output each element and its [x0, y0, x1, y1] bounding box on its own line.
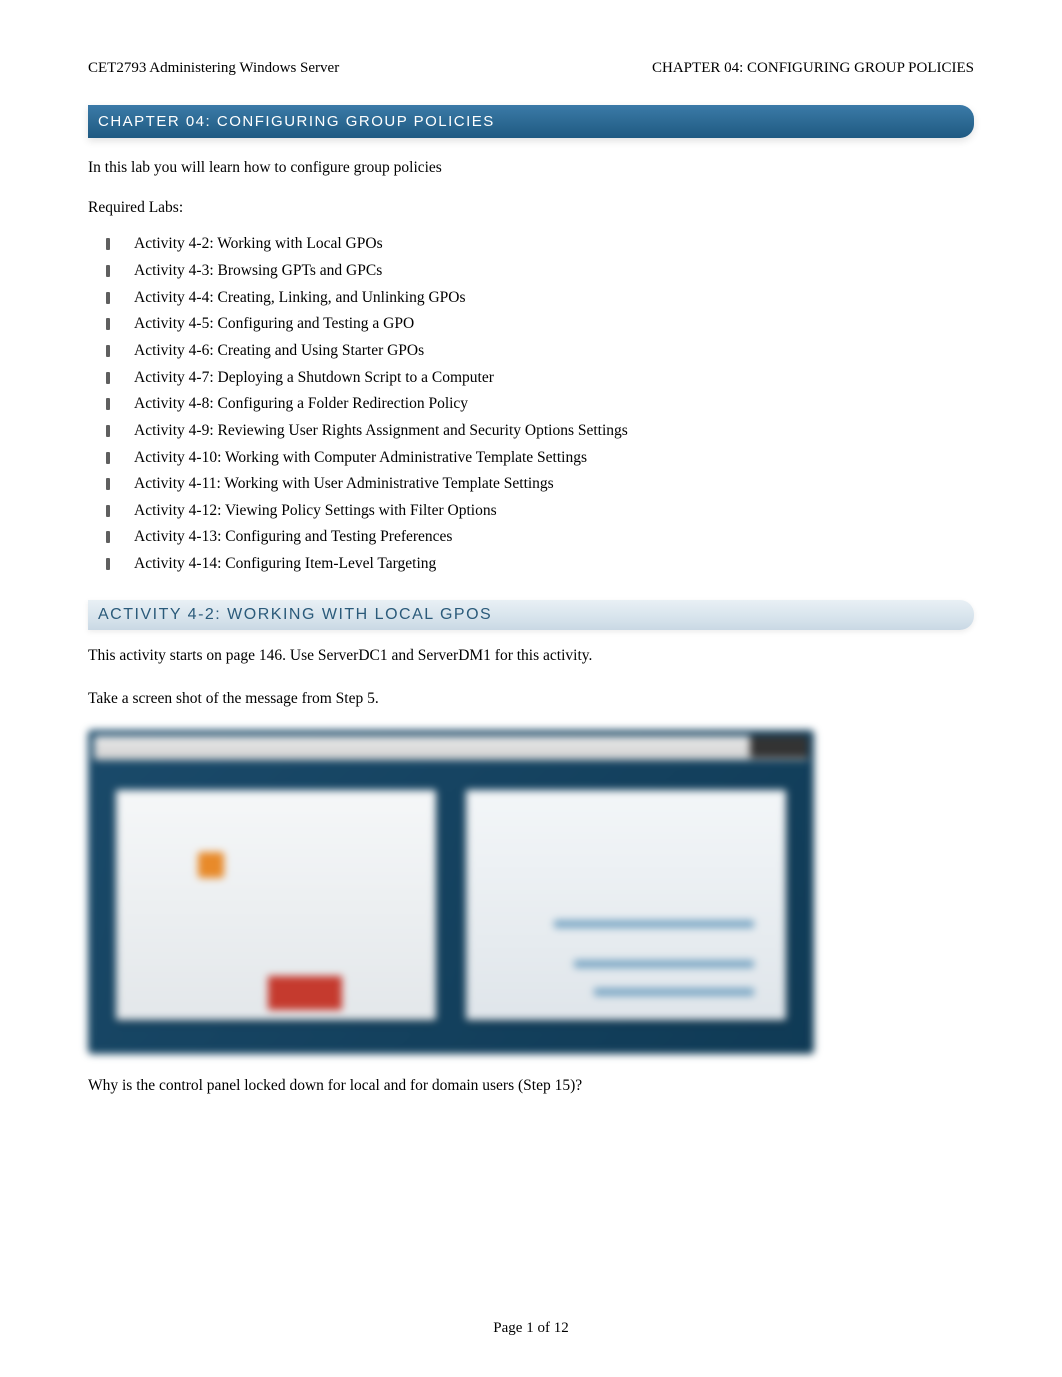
list-item: Activity 4-10: Working with Computer Adm… [134, 445, 974, 472]
question-text: Why is the control panel locked down for… [88, 1074, 974, 1097]
orange-icon [198, 852, 224, 878]
list-item: Activity 4-4: Creating, Linking, and Unl… [134, 285, 974, 312]
list-item: Activity 4-11: Working with User Adminis… [134, 471, 974, 498]
required-labs-label: Required Labs: [88, 199, 974, 217]
page-footer: Page 1 of 12 [0, 1320, 1062, 1337]
window-titlebar [94, 736, 808, 760]
embedded-screenshot [88, 730, 814, 1054]
page-header: CET2793 Administering Windows Server CHA… [88, 60, 974, 77]
chapter-heading: CHAPTER 04: CONFIGURING GROUP POLICIES [88, 105, 974, 138]
close-icon [750, 736, 808, 758]
list-item: Activity 4-6: Creating and Using Starter… [134, 338, 974, 365]
text-line [574, 960, 754, 968]
text-line [554, 920, 754, 928]
activity-intro: This activity starts on page 146. Use Se… [88, 644, 974, 667]
list-item: Activity 4-8: Configuring a Folder Redir… [134, 391, 974, 418]
header-left: CET2793 Administering Windows Server [88, 60, 339, 77]
intro-text: In this lab you will learn how to config… [88, 156, 974, 179]
red-button [268, 976, 342, 1010]
list-item: Activity 4-13: Configuring and Testing P… [134, 524, 974, 551]
text-line [594, 988, 754, 996]
right-window [466, 790, 786, 1020]
list-item: Activity 4-3: Browsing GPTs and GPCs [134, 258, 974, 285]
list-item: Activity 4-14: Configuring Item-Level Ta… [134, 551, 974, 578]
list-item: Activity 4-2: Working with Local GPOs [134, 231, 974, 258]
list-item: Activity 4-9: Reviewing User Rights Assi… [134, 418, 974, 445]
screenshot-instruction: Take a screen shot of the message from S… [88, 687, 974, 710]
list-item: Activity 4-5: Configuring and Testing a … [134, 311, 974, 338]
header-right: CHAPTER 04: CONFIGURING GROUP POLICIES [652, 60, 974, 77]
list-item: Activity 4-12: Viewing Policy Settings w… [134, 498, 974, 525]
labs-list: Activity 4-2: Working with Local GPOs Ac… [88, 231, 974, 578]
list-item: Activity 4-7: Deploying a Shutdown Scrip… [134, 365, 974, 392]
activity-heading: ACTIVITY 4-2: WORKING WITH LOCAL GPOS [88, 600, 974, 630]
